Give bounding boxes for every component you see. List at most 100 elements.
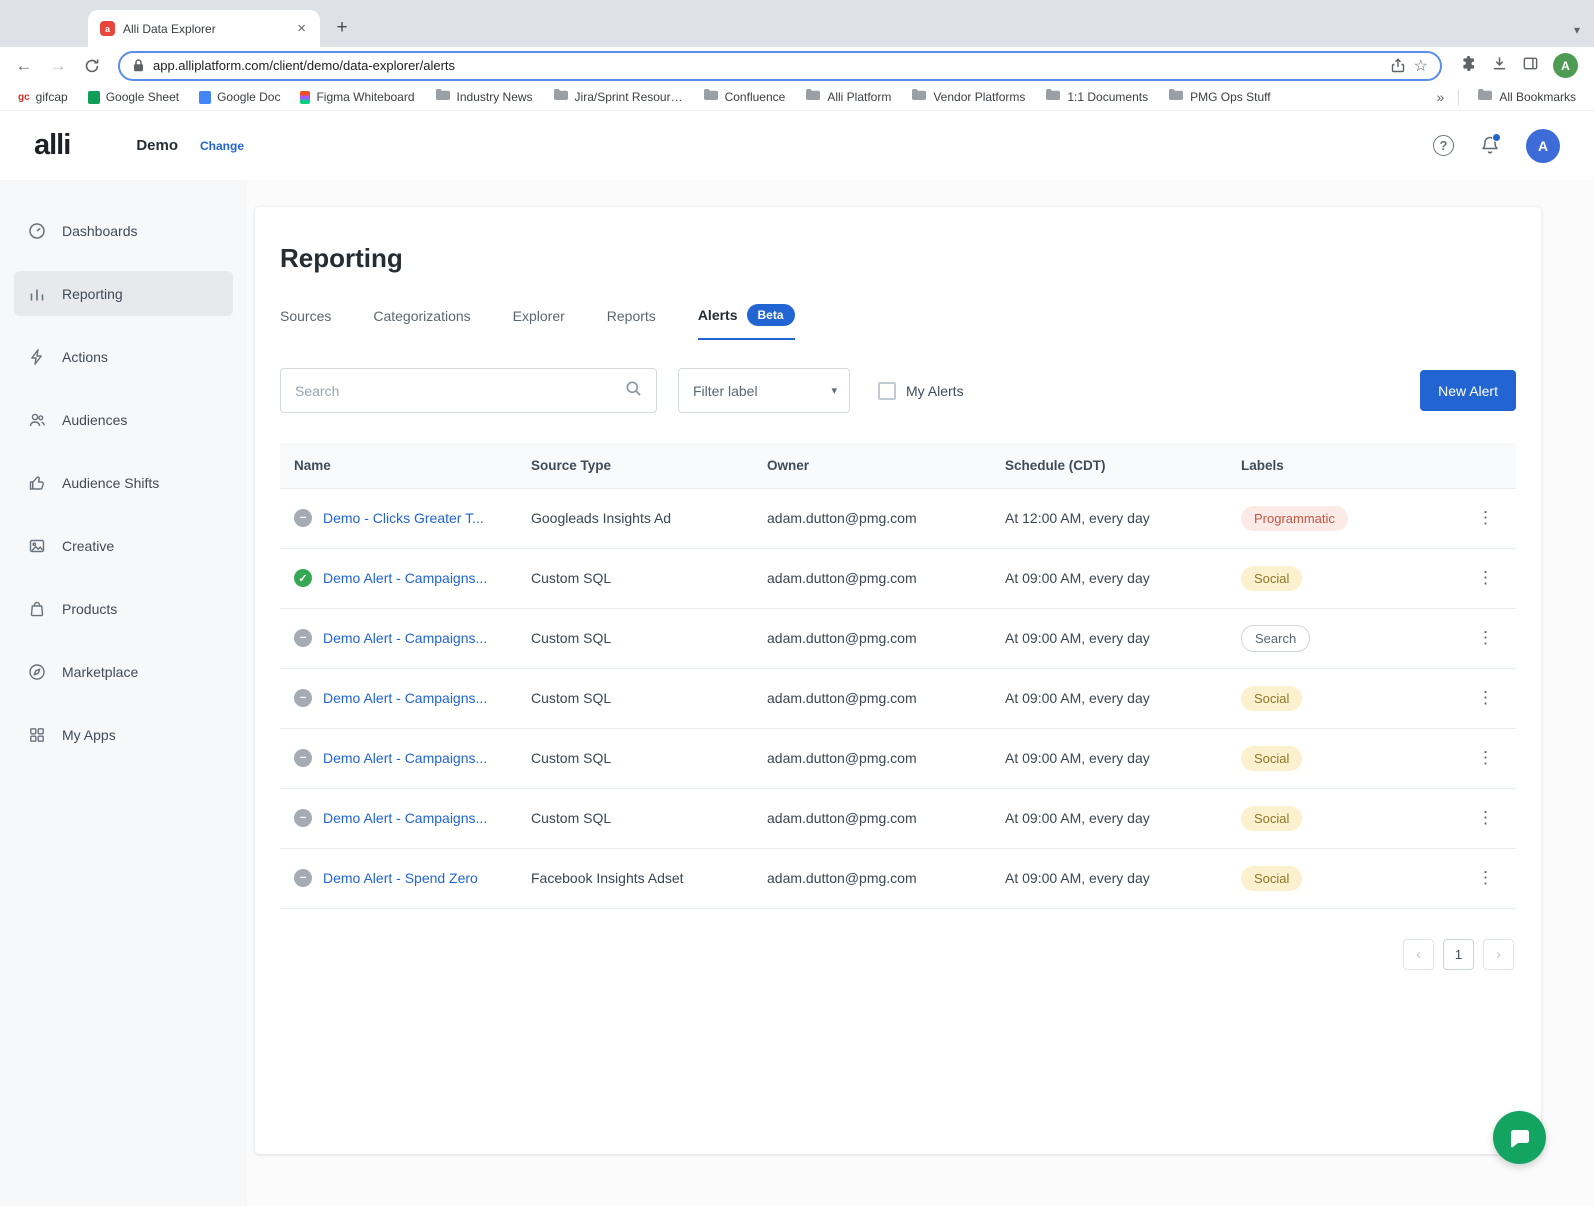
search-icon [625,380,642,402]
table-row[interactable]: − Demo Alert - Campaigns... Custom SQL ad… [280,728,1516,789]
alert-name-link[interactable]: Demo - Clicks Greater T... [323,510,484,526]
change-client-link[interactable]: Change [200,139,244,153]
bookmark-item[interactable]: Google Doc [191,87,288,107]
sidebar-item-dashboards[interactable]: Dashboards [14,208,233,253]
bookmark-item[interactable]: Google Sheet [80,87,187,107]
sidebar-item-label: My Apps [62,726,116,743]
search-input[interactable] [295,382,617,399]
folder-icon [1477,88,1493,106]
browser-tab[interactable]: a Alli Data Explorer × [88,10,320,47]
sidebar-item-products[interactable]: Products [14,586,233,631]
page-number-button[interactable]: 1 [1443,938,1474,970]
tab-sources[interactable]: Sources [280,308,331,336]
address-bar[interactable]: app.alliplatform.com/client/demo/data-ex… [118,50,1442,81]
my-alerts-filter: My Alerts [878,381,964,400]
row-menu-icon[interactable]: ⋮ [1471,744,1500,771]
sidebar-item-label: Actions [62,348,108,365]
alert-name-link[interactable]: Demo Alert - Campaigns... [323,690,487,706]
sidebar-item-label: Marketplace [62,663,139,680]
alert-name-link[interactable]: Demo Alert - Campaigns... [323,570,487,586]
sidebar-item-audiences[interactable]: Audiences [14,397,233,442]
side-panel-icon[interactable] [1522,55,1539,77]
user-avatar[interactable]: A [1526,128,1560,163]
table-row[interactable]: − Demo Alert - Spend Zero Facebook Insigh… [280,848,1516,909]
google-doc-icon [199,90,212,104]
bookmark-label: Figma Whiteboard [316,90,415,104]
bookmark-star-icon[interactable]: ☆ [1414,56,1428,76]
alert-name-link[interactable]: Demo Alert - Campaigns... [323,810,487,826]
alli-logo[interactable]: alli [34,129,71,162]
folder-icon [911,88,927,106]
bookmark-item[interactable]: Industry News [427,85,541,109]
next-page-button[interactable]: › [1483,938,1514,970]
table-row[interactable]: − Demo Alert - Campaigns... Custom SQL ad… [280,608,1516,669]
tab-alerts[interactable]: Alerts Beta [697,304,795,340]
reload-button[interactable] [78,52,106,80]
tab-explorer[interactable]: Explorer [513,308,565,336]
tab-reports[interactable]: Reports [607,308,656,336]
my-alerts-checkbox[interactable] [878,381,896,400]
row-menu-icon[interactable]: ⋮ [1471,504,1500,531]
sidebar-item-label: Products [62,600,118,617]
sidebar-item-label: Audience Shifts [62,474,160,491]
sidebar-item-creative[interactable]: Creative [14,523,233,568]
main-content: Reporting Sources Categorizations Explorer… [247,180,1594,1206]
bookmarks-right: » All Bookmarks [1433,85,1584,109]
alert-name-link[interactable]: Demo Alert - Spend Zero [323,870,478,886]
page-title: Reporting [280,243,403,273]
alert-name-link[interactable]: Demo Alert - Campaigns... [323,750,487,766]
table-row[interactable]: − Demo - Clicks Greater T... Googleads In… [280,488,1516,549]
extensions-puzzle-icon[interactable] [1460,55,1477,77]
help-icon[interactable]: ? [1433,135,1454,156]
forward-button[interactable]: → [44,52,72,80]
alert-schedule: At 09:00 AM, every day [991,848,1227,909]
tab-categorizations[interactable]: Categorizations [373,308,470,336]
all-bookmarks-button[interactable]: All Bookmarks [1469,85,1584,109]
bookmark-item[interactable]: Confluence [695,85,794,109]
table-row[interactable]: − Demo Alert - Campaigns... Custom SQL ad… [280,668,1516,729]
sidebar-item-actions[interactable]: Actions [14,334,233,379]
row-menu-icon[interactable]: ⋮ [1471,564,1500,591]
filter-label-dropdown[interactable]: Filter label ▾ [678,368,850,413]
table-row[interactable]: ✓ Demo Alert - Campaigns... Custom SQL ad… [280,548,1516,609]
browser-profile-avatar[interactable]: A [1553,53,1578,78]
alerts-table-head: Name Source Type Owner Schedule (CDT) Labels [280,443,1516,489]
downloads-icon[interactable] [1491,55,1508,77]
bookmark-item[interactable]: gc gifcap [10,87,76,107]
sidebar-item-label: Dashboards [62,222,138,239]
sidebar-item-audience-shifts[interactable]: Audience Shifts [14,460,233,505]
tab-search-chevron-icon[interactable]: ▾ [1574,23,1580,37]
alert-label-pill: Social [1241,745,1303,771]
alert-label-pill: Search [1241,624,1311,652]
sidebar-item-reporting[interactable]: Reporting [14,271,233,316]
bookmark-item[interactable]: PMG Ops Stuff [1160,85,1278,109]
prev-page-button[interactable]: ‹ [1403,938,1434,970]
row-menu-icon[interactable]: ⋮ [1471,684,1500,711]
bookmark-item[interactable]: Alli Platform [797,85,899,109]
bookmark-item[interactable]: Jira/Sprint Resour… [545,85,691,109]
share-icon[interactable] [1390,57,1406,74]
filter-label-placeholder: Filter label [693,382,758,399]
new-alert-button[interactable]: New Alert [1420,370,1516,411]
row-menu-icon[interactable]: ⋮ [1471,804,1500,831]
alert-label-pill: Social [1241,865,1303,891]
back-button[interactable]: ← [10,52,38,80]
bookmark-item[interactable]: Vendor Platforms [903,85,1033,109]
bookmark-item[interactable]: Figma Whiteboard [292,87,422,107]
notifications-button[interactable] [1480,133,1501,156]
new-tab-button[interactable]: + [328,14,356,42]
chat-fab-button[interactable] [1493,1111,1546,1164]
bookmarks-overflow-icon[interactable]: » [1433,89,1449,105]
bookmark-label: Google Sheet [105,90,180,104]
bookmark-item[interactable]: 1:1 Documents [1037,85,1156,109]
all-bookmarks-label: All Bookmarks [1499,90,1576,104]
alert-owner: adam.dutton@pmg.com [753,488,991,549]
tab-close-icon[interactable]: × [293,19,310,38]
row-menu-icon[interactable]: ⋮ [1471,624,1500,651]
sidebar-item-marketplace[interactable]: Marketplace [14,649,233,694]
sidebar-item-my-apps[interactable]: My Apps [14,712,233,757]
alert-name-link[interactable]: Demo Alert - Campaigns... [323,630,487,646]
table-row[interactable]: − Demo Alert - Campaigns... Custom SQL ad… [280,788,1516,849]
url-text[interactable]: app.alliplatform.com/client/demo/data-ex… [153,58,1382,73]
row-menu-icon[interactable]: ⋮ [1471,864,1500,891]
